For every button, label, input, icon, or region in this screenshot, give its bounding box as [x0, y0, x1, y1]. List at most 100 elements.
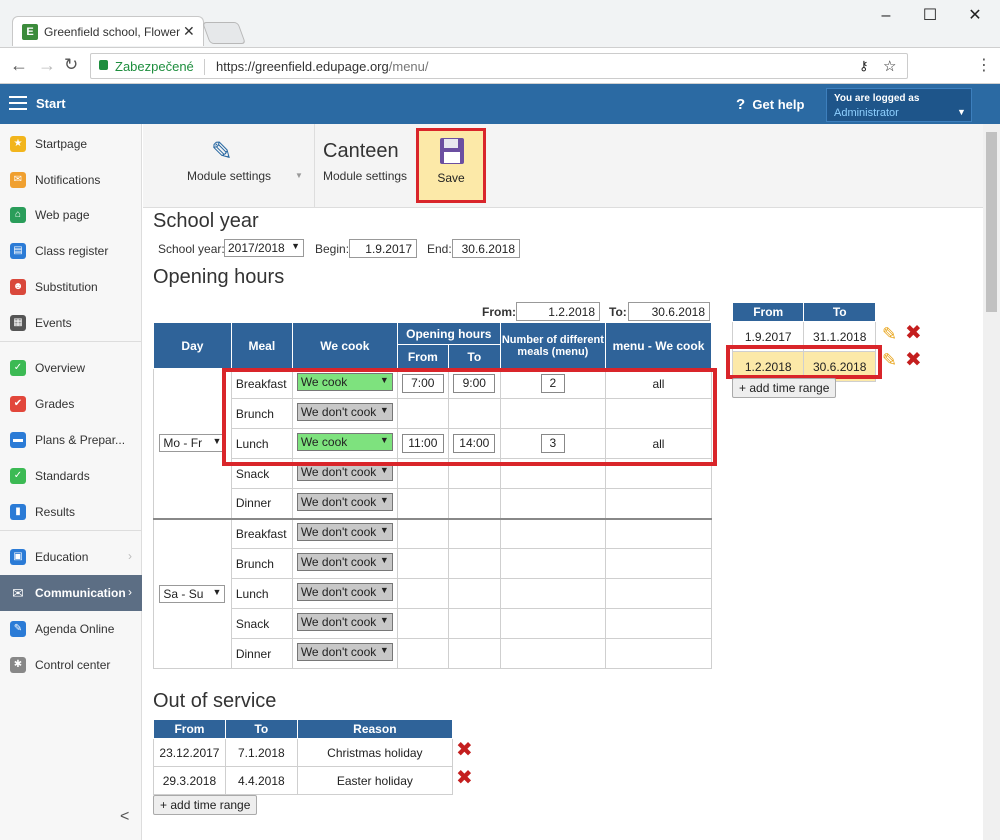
we-cook-select[interactable]: We don't cook ▼ [296, 553, 393, 571]
chevron-down-icon: ▼ [295, 171, 303, 180]
time-from-cell [396, 548, 449, 579]
meals-count-cell [499, 548, 606, 579]
col-num-meals: Number of different meals (menu) [499, 322, 606, 369]
oos-from-cell: 23.12.2017 [153, 738, 226, 767]
menu-cell [604, 548, 713, 579]
sidebar-item-label: Agenda Online [35, 622, 115, 636]
school-year-select[interactable]: 2017/2018 ▼ [224, 239, 304, 257]
star-icon: ★ [10, 136, 26, 152]
help-link[interactable]: ? Get help [736, 96, 804, 113]
login-dropdown[interactable]: You are logged as Administrator ▼ [826, 88, 972, 122]
browser-tab[interactable]: E Greenfield school, Flower ✕ [12, 16, 204, 46]
we-cook-select[interactable]: We don't cook ▼ [296, 583, 393, 601]
save-button[interactable]: Save [416, 128, 486, 203]
sidebar-item-label: Grades [35, 397, 75, 411]
day-select[interactable]: Sa - Su ▼ [159, 584, 226, 603]
help-icon: ? [736, 96, 746, 113]
meals-count-cell [499, 518, 606, 549]
table-row[interactable]: 23.12.2017 7.1.2018 Christmas holiday [153, 738, 454, 767]
sidebar-item-plans-prepar[interactable]: ▬ Plans & Prepar... [0, 422, 142, 458]
sidebar-item-education[interactable]: ▣ Education › [0, 539, 142, 575]
sidebar-item-grades[interactable]: ✔ Grades [0, 386, 142, 422]
range-to-label: To: [609, 305, 627, 319]
add-out-of-service-button[interactable]: + add time range [153, 795, 258, 815]
sidebar-item-label: Class register [35, 244, 109, 258]
table-row: Sa - Su ▼ Breakfast We don't cook ▼ [153, 518, 713, 669]
scrollbar-thumb[interactable] [986, 132, 997, 312]
chevron-down-icon: ▼ [379, 525, 389, 536]
begin-date-input[interactable]: 1.9.2017 [349, 239, 417, 258]
chevron-down-icon: ▼ [379, 645, 389, 655]
bar-chart-icon: ▮ [10, 504, 26, 520]
meal-label: Breakfast [235, 526, 287, 541]
reload-icon[interactable]: ↻ [64, 55, 78, 75]
meal-cell: Lunch [230, 578, 293, 609]
time-from-cell [396, 578, 449, 609]
lock-icon [99, 60, 108, 70]
shield-check-icon: ✓ [10, 468, 26, 484]
envelope-icon: ✉ [10, 172, 26, 188]
sidebar-item-class-register[interactable]: ▤ Class register [0, 233, 142, 269]
table-row: Lunch We don't cook ▼ [154, 578, 713, 609]
we-cook-select[interactable]: We don't cook ▼ [296, 643, 393, 661]
new-tab-button[interactable] [201, 22, 247, 44]
sidebar-divider [0, 530, 142, 531]
forward-icon[interactable]: → [38, 55, 56, 76]
range-from-input[interactable]: 1.2.2018 [516, 302, 600, 321]
we-cook-select[interactable]: We don't cook ▼ [296, 523, 393, 542]
sidebar-item-communication[interactable]: ✉ Communication › [0, 575, 142, 611]
we-cook-select[interactable]: We don't cook ▼ [296, 613, 393, 631]
sidebar-item-label: Results [35, 505, 76, 519]
delete-x-icon[interactable]: ✖ [456, 768, 473, 788]
collapse-sidebar-icon[interactable]: < [120, 808, 129, 826]
url-separator [204, 59, 205, 75]
menu-cell [604, 638, 713, 669]
delete-x-icon[interactable]: ✖ [456, 740, 473, 760]
opening-hours-heading: Opening hours [153, 266, 285, 288]
grades-icon: ✔ [10, 396, 26, 412]
sidebar-item-substitution[interactable]: ☻ Substitution [0, 269, 142, 305]
sidebar-item-results[interactable]: ▮ Results [0, 494, 142, 530]
url-input[interactable]: Zabezpečené https://greenfield.edupage.o… [90, 53, 908, 79]
maximize-icon[interactable]: ☐ [910, 4, 950, 28]
sidebar-item-agenda-online[interactable]: ✎ Agenda Online [0, 611, 142, 647]
col-day: Day [153, 322, 232, 369]
edit-pencil-icon[interactable]: ✎ [882, 324, 897, 345]
chevron-down-icon: ▼ [212, 586, 222, 597]
sidebar-item-control-center[interactable]: ✱ Control center [0, 647, 142, 683]
close-window-icon[interactable]: ✕ [955, 4, 995, 28]
close-tab-icon[interactable]: ✕ [183, 23, 195, 40]
key-icon[interactable]: ⚷ [859, 58, 869, 74]
login-user: Administrator [834, 107, 899, 119]
add-time-range-button[interactable]: + add time range [732, 378, 837, 398]
sidebar-item-startpage[interactable]: ★ Startpage [0, 126, 142, 162]
chevron-right-icon: › [128, 549, 132, 563]
sidebar-item-standards[interactable]: ✓ Standards [0, 458, 142, 494]
sidebar-item-notifications[interactable]: ✉ Notifications [0, 162, 142, 198]
delete-x-icon[interactable]: ✖ [905, 323, 922, 343]
chevron-right-icon: › [128, 585, 132, 599]
meal-label: Snack [235, 466, 270, 481]
sidebar-item-overview[interactable]: ✓ Overview [0, 350, 142, 386]
start-link[interactable]: Start [36, 96, 66, 111]
table-row[interactable]: 29.3.2018 4.4.2018 Easter holiday [153, 766, 454, 795]
day-select[interactable]: Mo - Fr ▼ [159, 434, 226, 453]
hamburger-icon[interactable] [9, 96, 27, 110]
module-settings-button[interactable]: ✎ Module settings ▼ [143, 124, 315, 208]
bookmark-star-icon[interactable]: ☆ [883, 57, 896, 75]
browser-menu-icon[interactable]: ⋮ [976, 55, 992, 75]
range-from-label: From: [482, 305, 516, 319]
back-icon[interactable]: ← [10, 55, 28, 76]
highlight-range-box [726, 345, 882, 379]
we-cook-value: We don't cook [300, 494, 377, 509]
sidebar-item-label: Startpage [35, 137, 88, 151]
minimize-icon[interactable]: – [866, 4, 906, 28]
sidebar-item-events[interactable]: ▦ Events [0, 305, 142, 341]
page-scrollbar[interactable] [983, 124, 1000, 840]
we-cook-select[interactable]: We don't cook ▼ [296, 492, 393, 511]
delete-x-icon[interactable]: ✖ [905, 350, 922, 370]
edit-pencil-icon[interactable]: ✎ [882, 350, 897, 371]
end-date-input[interactable]: 30.6.2018 [452, 239, 520, 258]
sidebar-item-web-page[interactable]: ⌂ Web page [0, 197, 142, 233]
range-to-input[interactable]: 30.6.2018 [628, 302, 710, 321]
